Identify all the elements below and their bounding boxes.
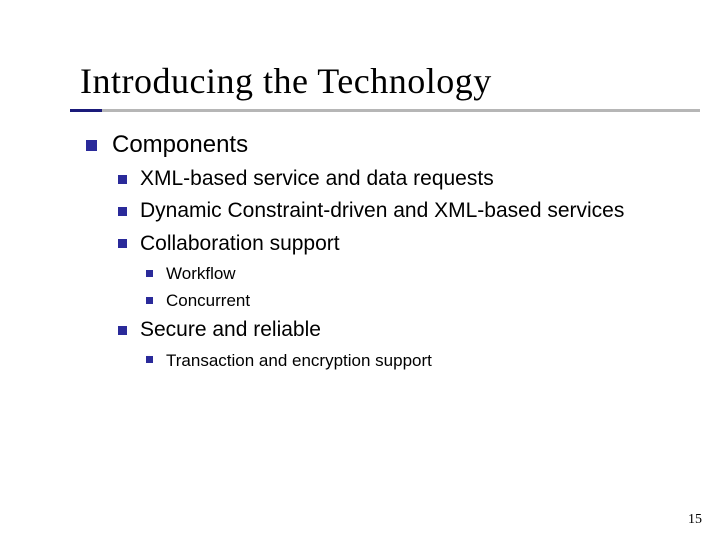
- underline-accent: [70, 109, 102, 112]
- square-bullet-icon: [146, 270, 153, 277]
- bullet-text: Collaboration support: [140, 232, 340, 255]
- square-bullet-icon: [146, 356, 153, 363]
- bullet-list-level3: Workflow Concurrent: [140, 263, 660, 312]
- bullet-text: Secure and reliable: [140, 318, 321, 341]
- list-item: Secure and reliable Transaction and encr…: [112, 317, 660, 371]
- bullet-text: XML-based service and data requests: [140, 167, 494, 190]
- list-item: Components XML-based service and data re…: [80, 130, 660, 371]
- square-bullet-icon: [118, 207, 127, 216]
- bullet-text: Transaction and encryption support: [166, 351, 432, 370]
- bullet-text: Components: [112, 131, 248, 158]
- bullet-list-level1: Components XML-based service and data re…: [80, 130, 660, 371]
- list-item: Concurrent: [140, 290, 660, 311]
- square-bullet-icon: [146, 297, 153, 304]
- bullet-text: Dynamic Constraint-driven and XML-based …: [140, 199, 624, 222]
- square-bullet-icon: [118, 239, 127, 248]
- square-bullet-icon: [118, 175, 127, 184]
- title-block: Introducing the Technology: [80, 60, 660, 112]
- bullet-text: Concurrent: [166, 291, 250, 310]
- bullet-text: Workflow: [166, 264, 236, 283]
- title-underline: [70, 109, 700, 112]
- square-bullet-icon: [118, 326, 127, 335]
- underline-grey: [70, 109, 700, 112]
- list-item: XML-based service and data requests: [112, 166, 660, 192]
- list-item: Transaction and encryption support: [140, 350, 660, 371]
- list-item: Dynamic Constraint-driven and XML-based …: [112, 198, 660, 224]
- list-item: Workflow: [140, 263, 660, 284]
- slide-title: Introducing the Technology: [80, 60, 660, 102]
- bullet-list-level2: XML-based service and data requests Dyna…: [112, 166, 660, 371]
- page-number: 15: [688, 512, 702, 528]
- list-item: Collaboration support Workflow Concurren…: [112, 231, 660, 312]
- square-bullet-icon: [86, 140, 97, 151]
- slide: Introducing the Technology Components XM…: [0, 0, 720, 540]
- bullet-list-level3: Transaction and encryption support: [140, 350, 660, 371]
- content-area: Components XML-based service and data re…: [80, 130, 660, 371]
